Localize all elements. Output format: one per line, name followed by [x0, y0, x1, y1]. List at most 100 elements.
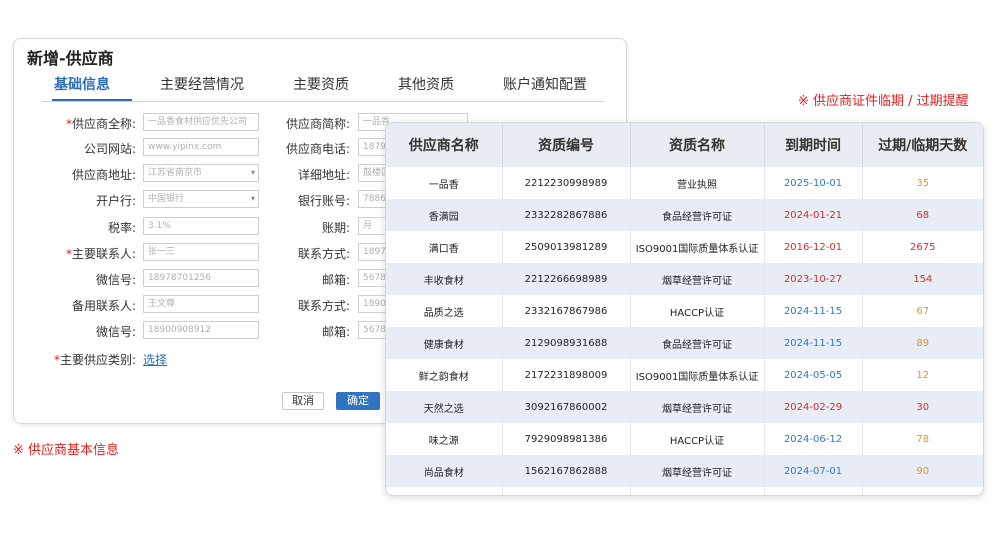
cell-days: 89 — [862, 487, 983, 495]
cell-cert-name: 烟草经营许可证 — [630, 455, 765, 487]
cell-cert-code: 2172231898009 — [502, 359, 631, 391]
cell-expiry-date: 2024-01-21 — [764, 199, 863, 231]
cell-cert-code: 2212266698989 — [502, 263, 631, 295]
cell-cert-code: 2129098931688 — [502, 327, 631, 359]
cell-supplier-name: 味之源 — [386, 423, 503, 455]
cell-supplier-name: 香满园 — [386, 199, 503, 231]
left-field-input[interactable]: 张一三 — [143, 243, 259, 261]
cell-days: 30 — [862, 391, 983, 423]
expiry-table-body: 一品香 2212230998989 营业执照 2025-10-01 35 香满园 23322… — [386, 167, 983, 495]
cell-cert-name: HACCP认证 — [630, 295, 765, 327]
left-field-select[interactable]: 江苏省南京市 — [143, 164, 259, 182]
cell-cert-name: 营业执照 — [630, 167, 765, 199]
right-field-label: 联系方式: — [297, 247, 350, 261]
cell-expiry-date: 2024-11-15 — [764, 327, 863, 359]
cell-cert-code: 2332167867986 — [502, 295, 631, 327]
cell-days: 154 — [862, 263, 983, 295]
expiry-reminder-note: ※ 供应商证件临期 / 过期提醒 — [798, 94, 969, 109]
table-row: 味之源 7929098981386 HACCP认证 2024-06-12 78 — [386, 423, 983, 455]
table-row: 鲜之韵食材 2172231898009 ISO9001国际质量体系认证 2024-05… — [386, 359, 983, 391]
table-row: 一品香 2212230998989 营业执照 2025-10-01 35 — [386, 167, 983, 199]
select-category-link[interactable]: 选择 — [143, 351, 167, 368]
cell-supplier-name: 鲜之韵食材 — [386, 359, 503, 391]
right-field-label: 详细地址: — [297, 168, 350, 182]
left-field-select[interactable]: 中国银行 — [143, 190, 259, 208]
cell-supplier-name: 健康食材 — [386, 327, 503, 359]
cell-cert-code: 2332282867886 — [502, 199, 631, 231]
left-field-input[interactable]: www.yipinx.com — [143, 138, 259, 156]
cell-days: 90 — [862, 455, 983, 487]
right-field-label: 供应商简称: — [285, 117, 350, 131]
cell-cert-name: 食品经营许可证 — [630, 199, 765, 231]
confirm-button[interactable]: 确定 — [336, 392, 380, 410]
header-supplier-name: 供应商名称 — [386, 123, 503, 167]
table-header-row: 供应商名称 资质编号 资质名称 到期时间 过期/临期天数 — [386, 123, 983, 167]
header-cert-code: 资质编号 — [502, 123, 631, 167]
cell-expiry-date: 2024-11-15 — [764, 295, 863, 327]
cell-supplier-name: 一品香 — [386, 167, 503, 199]
tab-basic-info[interactable]: 基础信息 — [54, 74, 110, 94]
cell-supplier-name: 天然之选 — [386, 391, 503, 423]
left-field-input[interactable]: 3.1% — [143, 217, 259, 235]
cell-cert-code: 3092167860002 — [502, 391, 631, 423]
cell-days: 78 — [916, 433, 930, 445]
left-field-input[interactable]: 18900908912 — [143, 321, 259, 339]
expiry-table: 供应商名称 资质编号 资质名称 到期时间 过期/临期天数 一品香 22122309… — [386, 123, 983, 495]
left-field-label: 供应商地址: — [71, 168, 136, 182]
cell-expiry-date: 2024-07-01 — [764, 455, 863, 487]
cell-days: 67 — [916, 305, 930, 317]
right-field-label: 银行账号: — [297, 194, 350, 208]
cell-expiry-date: 2025-10-01 — [764, 167, 863, 199]
cell-cert-code: 1562167862888 — [502, 455, 631, 487]
table-row: 丰收食材 2212266698989 烟草经营许可证 2023-10-27 154 — [386, 263, 983, 295]
category-label: *主要供应类别: — [53, 353, 136, 367]
cell-cert-name: 烟草经营许可证 — [630, 263, 765, 295]
tab-account-notification[interactable]: 账户通知配置 — [503, 74, 587, 94]
table-row: 香满园 2332282867886 食品经营许可证 2024-01-21 68 — [386, 199, 983, 231]
cell-expiry-date: 2016-12-01 — [764, 231, 863, 263]
left-field-label: 开户行: — [95, 194, 136, 208]
cell-cert-name: 食品经营许可证 — [630, 327, 765, 359]
cell-days: 12 — [916, 369, 930, 381]
cell-supplier-name: 尚品食材 — [386, 455, 503, 487]
right-field-label: 邮箱: — [321, 273, 350, 287]
tab-other-qualifications[interactable]: 其他资质 — [398, 74, 454, 94]
cell-cert-code: 2319098981089 — [502, 487, 631, 495]
tab-main-qualifications[interactable]: 主要资质 — [293, 74, 349, 94]
cell-cert-name: HACCP认证 — [630, 487, 765, 495]
cell-days: 89 — [862, 327, 983, 359]
table-row: 满口香 2509013981289 ISO9001国际质量体系认证 2016-12-0… — [386, 231, 983, 263]
left-field-label: 公司网站: — [83, 142, 136, 156]
left-field-input[interactable]: 一品香食材供应优先公司 — [143, 113, 259, 131]
right-field-label: 账期: — [321, 221, 350, 235]
table-row: 品质之选 2332167867986 HACCP认证 2024-11-15 67 — [386, 295, 983, 327]
cell-cert-name: 烟草经营许可证 — [630, 391, 765, 423]
table-row: 美食佳缘2319098981089HACCP认证2023-12-3189 — [386, 487, 983, 495]
cell-days: 2675 — [910, 241, 936, 253]
cell-days: 68 — [862, 199, 983, 231]
left-field-label: 备用联系人: — [71, 299, 136, 313]
cell-supplier-name: 满口香 — [386, 231, 503, 263]
left-field-label: 税率: — [107, 221, 136, 235]
cancel-button[interactable]: 取消 — [282, 392, 324, 410]
table-row: 尚品食材 1562167862888 烟草经营许可证 2024-07-01 90 — [386, 455, 983, 487]
cell-supplier-name: 品质之选 — [386, 295, 503, 327]
right-field-label: 供应商电话: — [285, 142, 350, 156]
cell-expiry-date: 2024-06-12 — [764, 423, 863, 455]
cell-expiry-date: 2023-10-27 — [764, 263, 863, 295]
cell-cert-name: HACCP认证 — [630, 423, 765, 455]
right-field-label: 邮箱: — [321, 325, 350, 339]
table-row: 天然之选 3092167860002 烟草经营许可证 2024-02-29 30 — [386, 391, 983, 423]
cell-cert-code: 2509013981289 — [502, 231, 631, 263]
cell-cert-name: ISO9001国际质量体系认证 — [630, 359, 765, 391]
left-field-input[interactable]: 王文尊 — [143, 295, 259, 313]
basic-info-note: ※ 供应商基本信息 — [13, 443, 120, 458]
cell-expiry-date: 2024-02-29 — [764, 391, 863, 423]
left-field-input[interactable]: 18978701256 — [143, 269, 259, 287]
header-cert-name: 资质名称 — [630, 123, 765, 167]
cell-supplier-name: 美食佳缘 — [386, 487, 503, 495]
header-days: 过期/临期天数 — [862, 123, 983, 167]
table-row: 健康食材 2129098931688 食品经营许可证 2024-11-15 89 — [386, 327, 983, 359]
tab-business-status[interactable]: 主要经营情况 — [160, 74, 244, 94]
expiry-table-card: 供应商名称 资质编号 资质名称 到期时间 过期/临期天数 一品香 22122309… — [385, 122, 984, 496]
